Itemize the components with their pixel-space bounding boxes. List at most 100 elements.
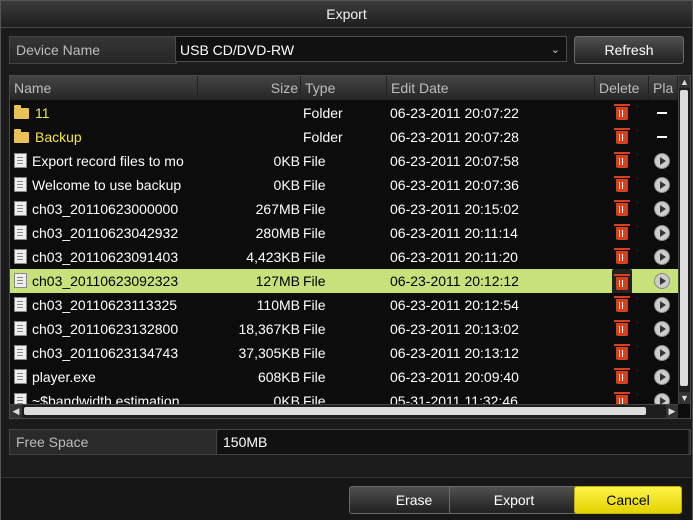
device-name-label: Device Name [9, 36, 177, 64]
play-icon[interactable] [654, 393, 670, 404]
table-row[interactable]: ch03_20110623132800 18,367KB File 06-23-201… [10, 317, 678, 341]
table-row[interactable]: ch03_20110623092323 127MB File 06-23-2011 2… [10, 269, 678, 293]
delete-cell [596, 341, 648, 365]
trash-icon[interactable] [614, 200, 630, 216]
file-name: Welcome to use backup [32, 177, 182, 193]
file-edit-date: 06-23-2011 20:15:02 [390, 201, 519, 217]
file-icon [14, 297, 27, 312]
scroll-down-icon[interactable]: ▼ [679, 392, 690, 404]
trash-icon[interactable] [614, 128, 630, 144]
trash-icon[interactable] [614, 320, 630, 336]
trash-icon[interactable] [614, 368, 630, 384]
device-select[interactable]: USB CD/DVD-RW ⌄ [175, 36, 567, 62]
table-row[interactable]: ch03_20110623091403 4,423KB File 06-23-2011… [10, 245, 678, 269]
play-icon[interactable] [654, 297, 670, 313]
file-size: 280MB [255, 225, 300, 241]
file-icon [14, 249, 27, 264]
play-cell [650, 125, 674, 149]
vertical-scroll-thumb[interactable] [680, 90, 688, 386]
horizontal-scrollbar[interactable]: ◀ ▶ [10, 404, 678, 418]
table-row[interactable]: ch03_20110623113325 110MB File 06-23-2011 2… [10, 293, 678, 317]
export-dialog: Export Device Name USB CD/DVD-RW ⌄ Refre… [0, 0, 693, 520]
refresh-button[interactable]: Refresh [574, 36, 684, 64]
chevron-down-icon[interactable]: ⌄ [551, 37, 560, 63]
file-icon [14, 225, 27, 240]
file-type: File [303, 225, 326, 241]
table-row[interactable]: ch03_20110623134743 37,305KB File 06-23-201… [10, 341, 678, 365]
column-header-edit-date[interactable]: Edit Date [387, 76, 595, 100]
column-header-size[interactable]: Size [198, 76, 301, 100]
device-row: Device Name USB CD/DVD-RW ⌄ Refresh [9, 36, 684, 64]
delete-cell [596, 269, 648, 293]
trash-icon[interactable] [614, 392, 630, 404]
file-name: ch03_20110623113325 [32, 297, 178, 313]
table-rows: 11 Folder 06-23-2011 20:07:22 Backup Folder 0… [10, 101, 678, 404]
table-row[interactable]: ch03_20110623042932 280MB File 06-23-2011 2… [10, 221, 678, 245]
file-name-cell: ch03_20110623092323 [14, 269, 198, 293]
play-icon[interactable] [654, 153, 670, 169]
column-header-play: Pla [649, 76, 678, 100]
file-icon [14, 201, 27, 216]
play-cell [650, 173, 674, 197]
trash-icon[interactable] [614, 104, 630, 120]
table-row[interactable]: Export record files to mo 0KB File 06-23-20… [10, 149, 678, 173]
play-icon[interactable] [654, 321, 670, 337]
column-header-name[interactable]: Name [10, 76, 198, 100]
file-edit-date: 06-23-2011 20:12:54 [390, 297, 519, 313]
file-name: ch03_20110623134743 [32, 345, 179, 361]
file-name-cell: ch03_20110623134743 [14, 341, 198, 365]
vertical-scrollbar[interactable]: ▲ ▼ [678, 76, 690, 404]
delete-cell [596, 365, 648, 389]
column-header-type[interactable]: Type [301, 76, 387, 100]
free-space-label: Free Space [16, 434, 89, 450]
trash-icon[interactable] [614, 224, 630, 240]
file-edit-date: 06-23-2011 20:07:58 [390, 153, 519, 169]
table-row[interactable]: 11 Folder 06-23-2011 20:07:22 [10, 101, 678, 125]
table-row[interactable]: player.exe 608KB File 06-23-2011 20:09:40 [10, 365, 678, 389]
dialog-title: Export [1, 1, 692, 28]
file-size: 608KB [257, 369, 300, 385]
file-icon [14, 369, 27, 384]
file-name: ch03_20110623000000 [32, 201, 179, 217]
trash-icon[interactable] [614, 176, 630, 192]
cancel-button[interactable]: Cancel [574, 486, 682, 514]
file-name-cell: ch03_20110623091403 [14, 245, 198, 269]
file-size: 0KB [273, 153, 300, 169]
play-icon[interactable] [654, 201, 670, 217]
file-table: Name Size Type Edit Date Delete Pla 11 Fo… [9, 75, 691, 419]
play-icon[interactable] [654, 273, 670, 289]
play-icon[interactable] [654, 369, 670, 385]
file-edit-date: 06-23-2011 20:07:28 [390, 129, 519, 145]
free-space-value: 150MB [216, 430, 688, 454]
file-type: File [303, 177, 326, 193]
scroll-right-icon[interactable]: ▶ [666, 405, 678, 418]
file-type: Folder [303, 105, 343, 121]
dash-icon [657, 112, 667, 114]
trash-icon[interactable] [614, 274, 630, 290]
play-icon[interactable] [654, 249, 670, 265]
file-name-cell: ch03_20110623132800 [14, 317, 198, 341]
table-row[interactable]: ~$bandwidth estimation 0KB File 05-31-2011 … [10, 389, 678, 404]
file-type: File [303, 273, 326, 289]
file-name: ch03_20110623091403 [32, 249, 179, 265]
scroll-left-icon[interactable]: ◀ [10, 405, 22, 418]
trash-icon[interactable] [614, 344, 630, 360]
trash-icon[interactable] [614, 152, 630, 168]
file-name-cell: ch03_20110623042932 [14, 221, 198, 245]
trash-icon[interactable] [614, 248, 630, 264]
trash-icon[interactable] [614, 296, 630, 312]
export-button[interactable]: Export [449, 486, 579, 514]
delete-cell [596, 197, 648, 221]
scroll-up-icon[interactable]: ▲ [679, 76, 690, 88]
play-icon[interactable] [654, 345, 670, 361]
play-icon[interactable] [654, 225, 670, 241]
file-name-cell: ~$bandwidth estimation [14, 389, 198, 404]
file-type: File [303, 249, 326, 265]
table-row[interactable]: Welcome to use backup 0KB File 06-23-2011 2… [10, 173, 678, 197]
file-name-cell: ch03_20110623000000 [14, 197, 198, 221]
play-icon[interactable] [654, 177, 670, 193]
horizontal-scroll-thumb[interactable] [24, 407, 646, 415]
file-type: File [303, 345, 326, 361]
table-row[interactable]: Backup Folder 06-23-2011 20:07:28 [10, 125, 678, 149]
table-row[interactable]: ch03_20110623000000 267MB File 06-23-2011 2… [10, 197, 678, 221]
